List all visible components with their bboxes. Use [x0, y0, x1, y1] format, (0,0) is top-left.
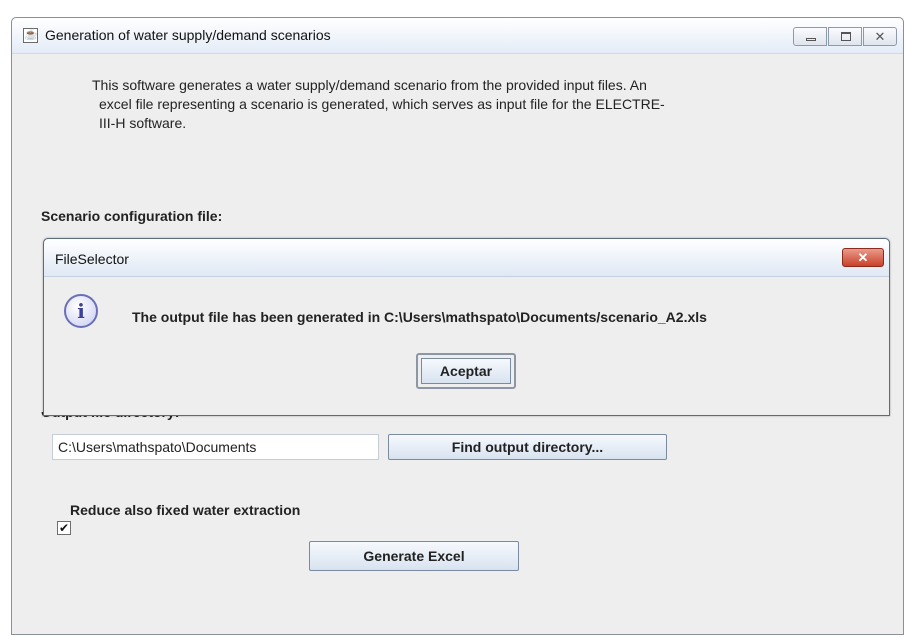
- description-text: This software generates a water supply/d…: [92, 76, 852, 133]
- reduce-fixed-label: Reduce also fixed water extraction: [70, 502, 301, 518]
- info-icon: i: [64, 294, 98, 328]
- maximize-button[interactable]: [828, 27, 862, 46]
- description-line: This software generates a water supply/d…: [92, 77, 647, 93]
- dialog-titlebar[interactable]: FileSelector ✕: [44, 239, 889, 277]
- find-output-directory-button[interactable]: Find output directory...: [388, 434, 667, 460]
- minimize-button[interactable]: [793, 27, 827, 46]
- close-icon: ✕: [874, 29, 886, 44]
- file-selector-dialog: FileSelector ✕ i The output file has bee…: [43, 238, 890, 416]
- aceptar-button[interactable]: Aceptar: [421, 358, 511, 384]
- close-button[interactable]: ✕: [863, 27, 897, 46]
- reduce-fixed-checkbox[interactable]: ✔: [57, 521, 71, 535]
- description-line: III-H software.: [99, 115, 187, 131]
- window-title: Generation of water supply/demand scenar…: [45, 27, 331, 43]
- dialog-message: The output file has been generated in C:…: [132, 309, 707, 325]
- dialog-title: FileSelector: [55, 251, 129, 267]
- description-line: excel file representing a scenario is ge…: [99, 96, 665, 112]
- maximize-icon: [841, 32, 851, 41]
- java-icon: ☕: [23, 28, 38, 43]
- aceptar-button-focus-ring: Aceptar: [416, 353, 516, 389]
- window-controls: ✕: [792, 27, 897, 46]
- scenario-config-label: Scenario configuration file:: [41, 208, 223, 224]
- dialog-close-button[interactable]: ✕: [842, 248, 884, 267]
- window-titlebar[interactable]: ☕ Generation of water supply/demand scen…: [12, 18, 903, 54]
- output-dir-field[interactable]: C:\Users\mathspato\Documents: [52, 434, 379, 460]
- generate-excel-button[interactable]: Generate Excel: [309, 541, 519, 571]
- close-icon: ✕: [857, 250, 869, 265]
- minimize-icon: [806, 38, 816, 41]
